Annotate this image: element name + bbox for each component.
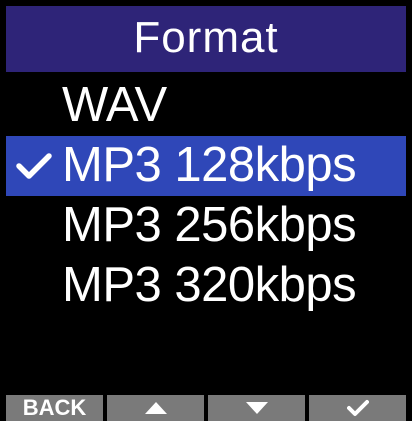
menu-item-label: MP3 128kbps xyxy=(62,137,357,192)
menu-item-wav[interactable]: WAV xyxy=(6,76,406,136)
menu-item-mp3-128[interactable]: MP3 128kbps xyxy=(6,136,406,196)
menu-item-label: MP3 256kbps xyxy=(62,197,357,252)
triangle-up-icon xyxy=(144,401,168,415)
page-title: Format xyxy=(133,13,279,62)
up-button[interactable] xyxy=(107,395,204,421)
down-button[interactable] xyxy=(208,395,305,421)
check-slot xyxy=(6,76,62,136)
menu-item-label: MP3 320kbps xyxy=(62,257,357,312)
back-button-label: BACK xyxy=(22,395,87,420)
back-button[interactable]: BACK xyxy=(6,395,103,421)
check-slot xyxy=(6,256,62,316)
checkmark-icon xyxy=(346,399,369,417)
menu-item-mp3-320[interactable]: MP3 320kbps xyxy=(6,256,406,316)
menu-item-mp3-256[interactable]: MP3 256kbps xyxy=(6,196,406,256)
softkey-bar: BACK xyxy=(6,395,406,421)
device-screen: Format WAV MP3 128kbps MP3 256kbps MP3 3… xyxy=(0,0,412,421)
checkmark-icon xyxy=(6,136,62,196)
triangle-down-icon xyxy=(245,401,269,415)
title-bar: Format xyxy=(6,6,406,72)
confirm-button[interactable] xyxy=(309,395,406,421)
menu-item-label: WAV xyxy=(62,77,167,132)
check-slot xyxy=(6,196,62,256)
